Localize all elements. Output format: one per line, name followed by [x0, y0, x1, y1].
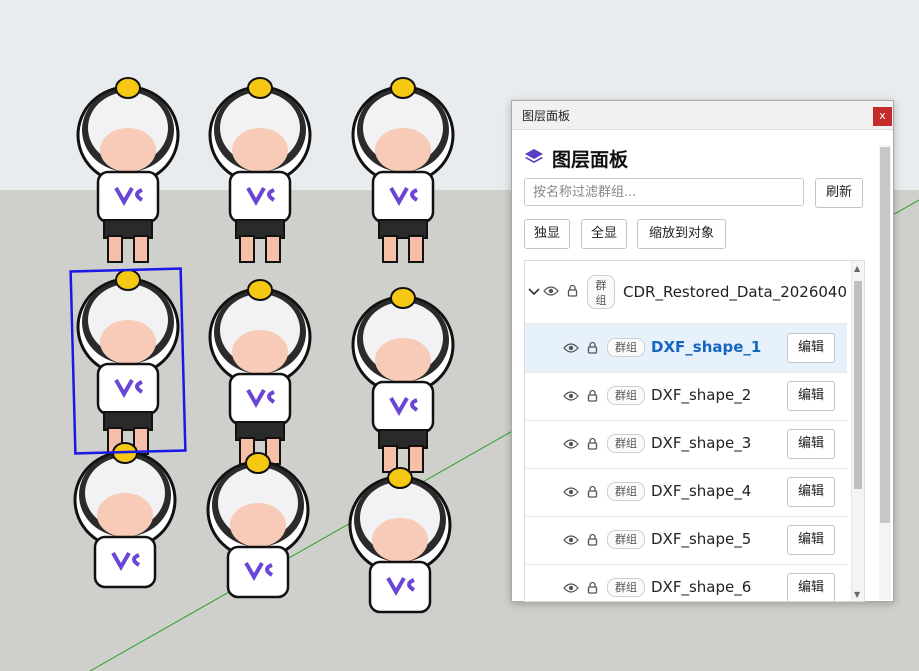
- character-figure[interactable]: [351, 77, 455, 263]
- group-badge: 群组: [607, 434, 645, 453]
- edit-button[interactable]: 编辑: [787, 333, 835, 363]
- refresh-button[interactable]: 刷新: [815, 178, 863, 208]
- tree-row-child[interactable]: 群组 DXF_shape_4 编辑: [525, 468, 847, 517]
- zoom-to-object-button[interactable]: 缩放到对象: [637, 219, 726, 249]
- tree-scrollbar[interactable]: ▲ ▼: [851, 261, 864, 601]
- window-titlebar[interactable]: 图层面板 x: [512, 101, 893, 130]
- tree-row-child[interactable]: 群组 DXF_shape_1 编辑: [525, 324, 847, 373]
- group-filter-input[interactable]: [524, 178, 804, 206]
- eye-icon[interactable]: [563, 582, 579, 598]
- scroll-up-icon[interactable]: ▲: [854, 264, 860, 273]
- character-figure[interactable]: [73, 442, 177, 589]
- tree-row-name: DXF_shape_4: [651, 482, 752, 500]
- character-figure[interactable]: [351, 287, 455, 473]
- character-figure[interactable]: [206, 452, 310, 599]
- tree-row-name: DXF_shape_1: [651, 338, 762, 356]
- panel-scroll-thumb[interactable]: [880, 147, 890, 523]
- group-badge: 群组: [607, 530, 645, 549]
- show-all-button[interactable]: 全显: [581, 219, 627, 249]
- chevron-down-icon[interactable]: [528, 285, 540, 299]
- eye-icon[interactable]: [563, 342, 579, 358]
- layer-panel-window: 图层面板 x 图层面板 刷新 独显 全显 缩放到对象 群组 CDR_Restor…: [511, 100, 894, 602]
- edit-button[interactable]: 编辑: [787, 381, 835, 411]
- scroll-down-icon[interactable]: ▼: [854, 590, 860, 599]
- tree-row-name: DXF_shape_5: [651, 530, 752, 548]
- panel-heading-text: 图层面板: [552, 149, 629, 171]
- tree-row-child[interactable]: 群组 DXF_shape_6 编辑: [525, 564, 847, 601]
- edit-button[interactable]: 编辑: [787, 525, 835, 555]
- tree-row-parent[interactable]: 群组 CDR_Restored_Data_2026040: [525, 261, 847, 324]
- layer-tree[interactable]: 群组 CDR_Restored_Data_2026040 群组 DXF_shape…: [524, 260, 865, 602]
- group-badge: 群组: [587, 275, 615, 309]
- group-badge: 群组: [607, 482, 645, 501]
- window-title: 图层面板: [522, 109, 571, 123]
- eye-icon[interactable]: [563, 486, 579, 502]
- eye-icon[interactable]: [543, 285, 559, 301]
- eye-icon[interactable]: [563, 534, 579, 550]
- tree-row-name: CDR_Restored_Data_2026040: [623, 283, 848, 301]
- tree-row-child[interactable]: 群组 DXF_shape_2 编辑: [525, 372, 847, 421]
- eye-icon[interactable]: [563, 438, 579, 454]
- lock-icon[interactable]: [587, 485, 598, 502]
- character-figure[interactable]: [348, 467, 452, 614]
- tree-row-child[interactable]: 群组 DXF_shape_3 编辑: [525, 420, 847, 469]
- lock-icon[interactable]: [587, 533, 598, 550]
- edit-button[interactable]: 编辑: [787, 429, 835, 459]
- lock-icon[interactable]: [587, 341, 598, 358]
- tree-row-name: DXF_shape_6: [651, 578, 752, 596]
- group-badge: 群组: [607, 338, 645, 357]
- close-button[interactable]: x: [873, 107, 892, 126]
- character-figure[interactable]: [76, 77, 180, 263]
- tree-row-name: DXF_shape_2: [651, 386, 752, 404]
- layers-icon: [525, 149, 543, 163]
- tree-row-name: DXF_shape_3: [651, 434, 752, 452]
- tree-row-child[interactable]: 群组 DXF_shape_5 编辑: [525, 516, 847, 565]
- lock-icon[interactable]: [567, 284, 578, 301]
- group-badge: 群组: [607, 386, 645, 405]
- tree-scroll-thumb[interactable]: [854, 281, 862, 489]
- character-figure[interactable]: [208, 279, 312, 465]
- solo-button[interactable]: 独显: [524, 219, 570, 249]
- eye-icon[interactable]: [563, 390, 579, 406]
- character-figure[interactable]: [76, 269, 180, 455]
- character-figure[interactable]: [208, 77, 312, 263]
- group-badge: 群组: [607, 578, 645, 597]
- lock-icon[interactable]: [587, 581, 598, 598]
- edit-button[interactable]: 编辑: [787, 477, 835, 507]
- panel-scrollbar[interactable]: [879, 145, 891, 600]
- lock-icon[interactable]: [587, 437, 598, 454]
- edit-button[interactable]: 编辑: [787, 573, 835, 601]
- lock-icon[interactable]: [587, 389, 598, 406]
